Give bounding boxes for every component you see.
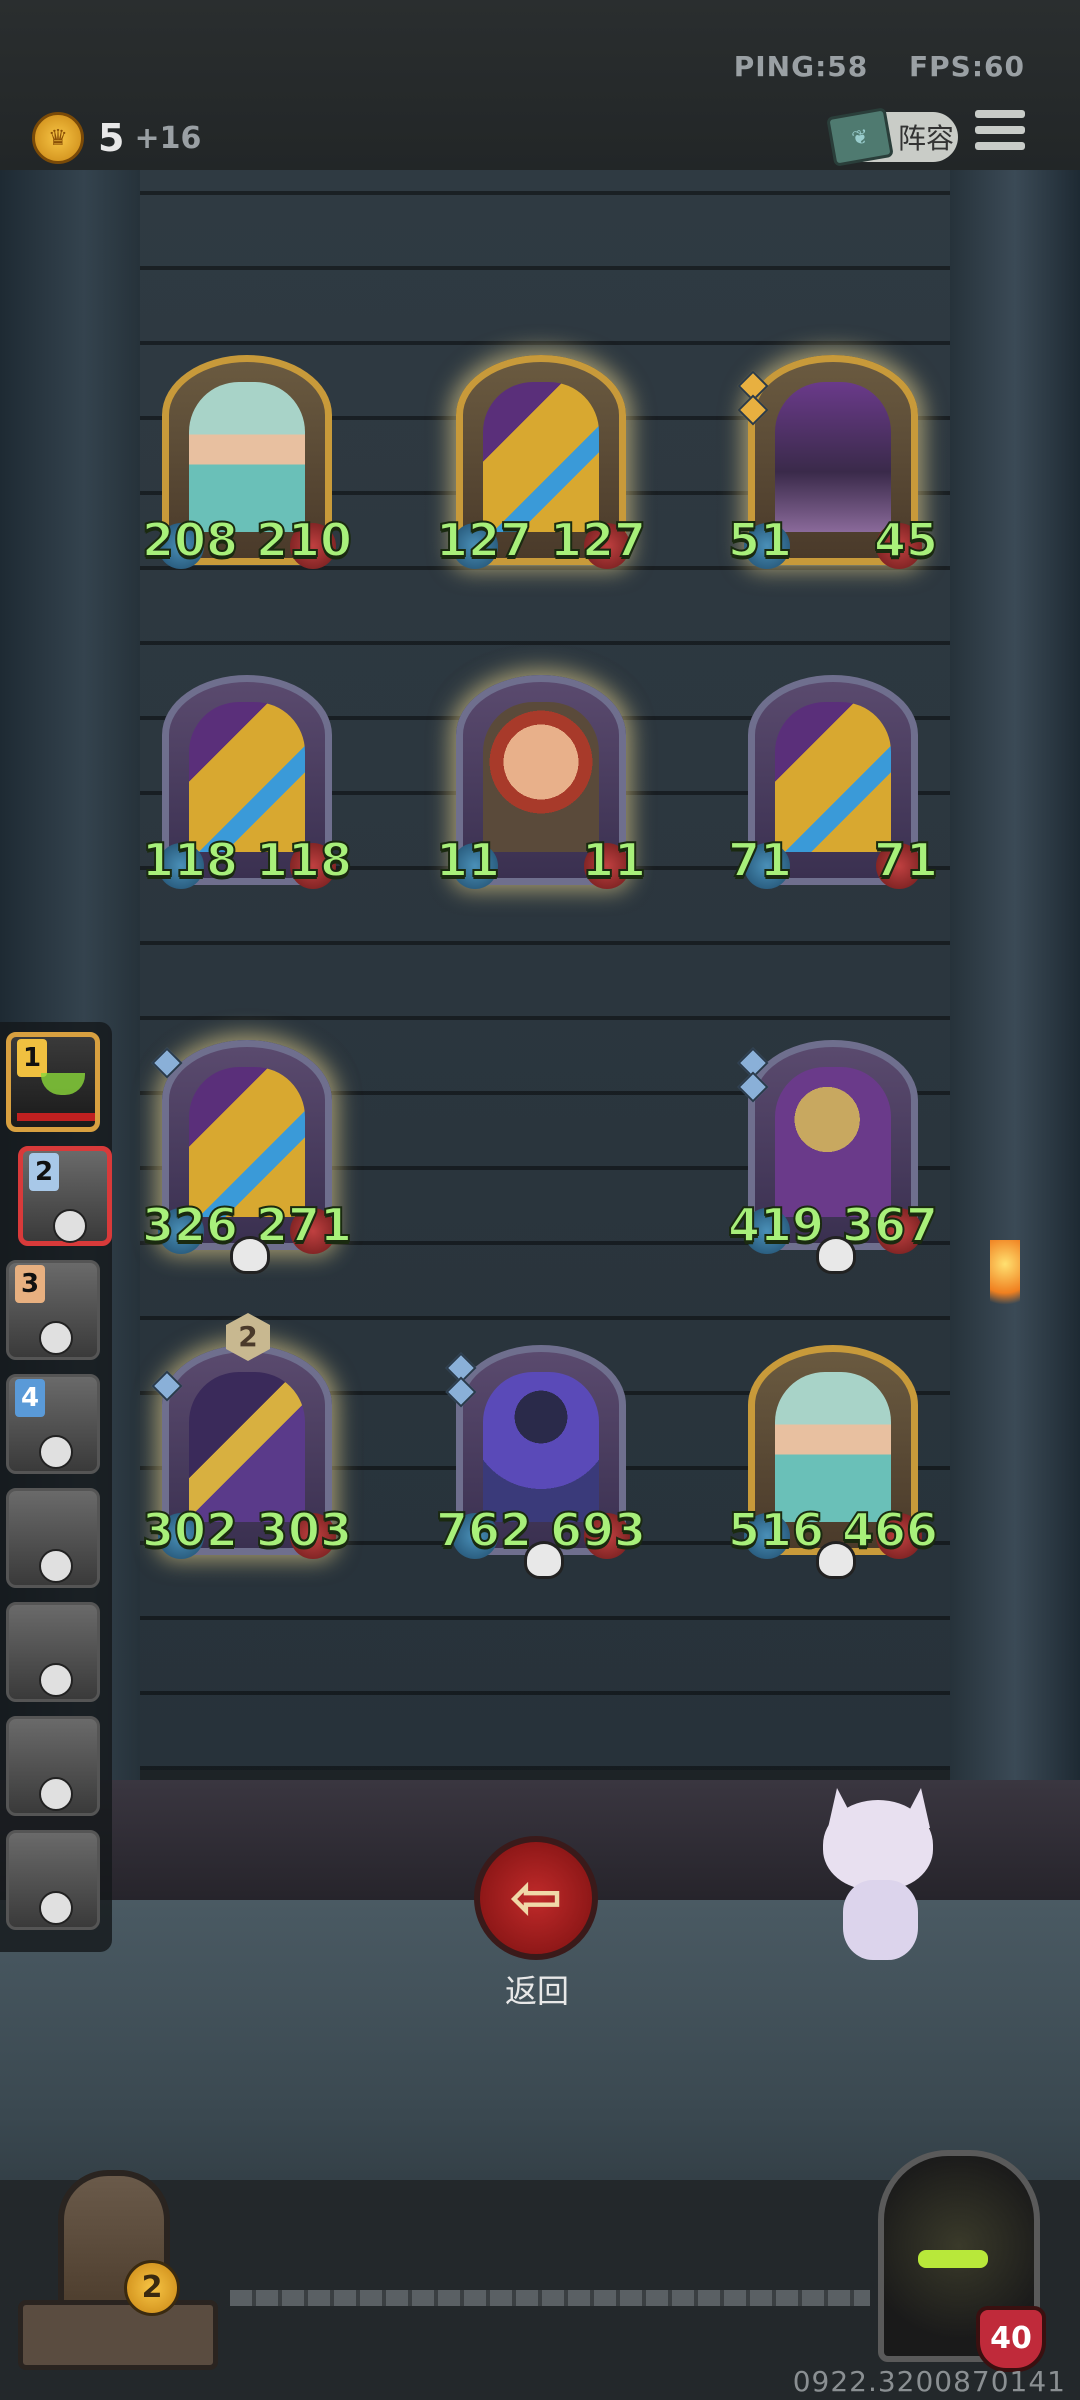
menu-icon[interactable] — [975, 110, 1025, 154]
attack-value: 208 — [141, 512, 239, 568]
health-value: 127 — [549, 512, 647, 568]
robot-portrait — [189, 1067, 305, 1217]
health-value: 71 — [873, 832, 939, 888]
attack-value: 302 — [141, 1502, 239, 1558]
attack-value: 51 — [727, 512, 793, 568]
rank-number: 2 — [29, 1153, 59, 1191]
player-ranking-sidebar: 1 2 3 4 — [0, 1022, 112, 1952]
robot-portrait — [775, 702, 891, 852]
health-value: 271 — [255, 1197, 353, 1253]
lineup-button[interactable]: ❦ 阵容 — [826, 107, 958, 167]
attack-value: 419 — [727, 1197, 825, 1253]
enemy-card-wizard[interactable]: 2 302 303 — [141, 1313, 353, 1559]
arrow-left-icon: ⇦ — [509, 1861, 563, 1935]
rank-number: 4 — [15, 1379, 45, 1417]
player-slot-6[interactable] — [6, 1602, 100, 1702]
rank-number: 1 — [17, 1039, 47, 1077]
rank-number: 3 — [15, 1265, 45, 1303]
minion-card-witch[interactable]: 51 45 — [727, 355, 939, 569]
witch-portrait — [775, 382, 891, 532]
player-slot-7[interactable] — [6, 1716, 100, 1816]
attack-value: 762 — [435, 1502, 533, 1558]
torch-flame-icon — [990, 1240, 1020, 1320]
skull-icon — [816, 1541, 856, 1579]
player-slot-5[interactable] — [6, 1488, 100, 1588]
book-icon: ❦ — [826, 107, 894, 167]
skull-icon — [53, 1209, 87, 1243]
health-value: 367 — [841, 1197, 939, 1253]
skull-icon — [39, 1663, 73, 1697]
health-value: 466 — [841, 1502, 939, 1558]
health-value: 210 — [255, 512, 353, 568]
return-button[interactable]: ⇦ — [474, 1836, 598, 1960]
clown-portrait — [483, 702, 599, 852]
hero-health-badge: 40 — [976, 2306, 1046, 2372]
top-bar: PING:58 FPS:60 ♛ 5 +16 ❦ 阵容 — [0, 0, 1080, 173]
skull-icon — [816, 1236, 856, 1274]
robot-portrait — [483, 382, 599, 532]
egg-robot-portrait — [775, 1067, 891, 1217]
skull-icon — [39, 1891, 73, 1925]
player-avatar — [41, 1073, 85, 1095]
player-slot-8[interactable] — [6, 1830, 100, 1930]
player-slot-3[interactable]: 3 — [6, 1260, 100, 1360]
right-pillar — [950, 170, 1080, 1920]
health-value: 45 — [873, 512, 939, 568]
coin-value: 5 — [98, 116, 125, 160]
coin-icon: ♛ — [32, 112, 84, 164]
attack-value: 127 — [435, 512, 533, 568]
health-value: 118 — [255, 832, 353, 888]
minion-card-robot[interactable]: 118 118 — [141, 675, 353, 889]
skull-icon — [39, 1435, 73, 1469]
enemy-card-egg-robot[interactable]: 419 367 — [727, 1040, 939, 1274]
chest-count-badge: 2 — [124, 2260, 180, 2316]
minion-card-clown[interactable]: 11 11 — [435, 675, 647, 889]
attack-value: 11 — [435, 832, 501, 888]
player-slot-1[interactable]: 1 — [6, 1032, 100, 1132]
return-label: 返回 — [504, 1972, 569, 2010]
coin-counter: ♛ 5 +16 — [32, 112, 201, 164]
lineup-label: 阵容 — [898, 122, 955, 155]
minion-card-robot[interactable]: 127 127 — [435, 355, 647, 569]
player-slot-4[interactable]: 4 — [6, 1374, 100, 1474]
coin-income: +16 — [134, 120, 202, 156]
attack-value: 326 — [141, 1197, 239, 1253]
player-slot-2[interactable]: 2 — [18, 1146, 112, 1246]
robot-portrait — [189, 702, 305, 852]
version-text: 0922.3200870141 — [792, 2365, 1066, 2398]
enemy-card-officer[interactable]: 516 466 — [727, 1345, 939, 1579]
enemy-card-mech[interactable]: 762 693 — [435, 1345, 647, 1579]
treasure-chest[interactable] — [18, 2150, 218, 2370]
health-value: 11 — [581, 832, 647, 888]
attack-value: 516 — [727, 1502, 825, 1558]
skull-icon — [39, 1321, 73, 1355]
minion-card-officer[interactable]: 208 210 — [141, 355, 353, 569]
skull-icon — [39, 1549, 73, 1583]
ping-readout: PING:58 — [733, 50, 869, 83]
health-bar — [17, 1113, 95, 1121]
mech-portrait — [483, 1372, 599, 1522]
skull-icon — [230, 1236, 270, 1274]
wizard-portrait — [189, 1372, 305, 1522]
attack-value: 118 — [141, 832, 239, 888]
skull-icon — [524, 1541, 564, 1579]
fps-readout: FPS:60 — [909, 50, 1025, 83]
attack-value: 71 — [727, 832, 793, 888]
officer-portrait — [775, 1372, 891, 1522]
health-value: 693 — [549, 1502, 647, 1558]
network-status: PING:58 FPS:60 — [704, 50, 1025, 83]
enemy-card-robot[interactable]: 326 271 — [141, 1040, 353, 1274]
health-value: 303 — [255, 1502, 353, 1558]
rail-track — [230, 2290, 870, 2306]
minion-card-robot[interactable]: 71 71 — [727, 675, 939, 889]
officer-portrait — [189, 382, 305, 532]
skull-icon — [39, 1777, 73, 1811]
cat-pet[interactable] — [818, 1788, 948, 1970]
